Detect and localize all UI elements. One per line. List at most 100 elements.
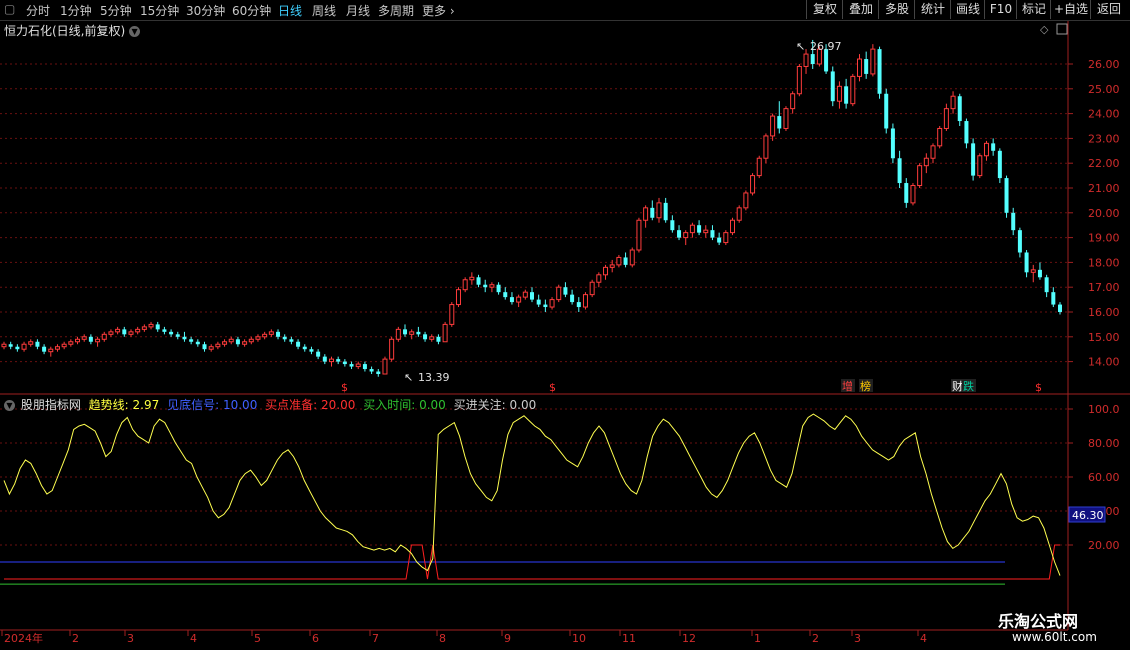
candle-body [623, 257, 628, 265]
time-tick-label: 2024年 [4, 631, 43, 645]
candle-body [54, 346, 60, 350]
candle-body [302, 346, 307, 350]
stock-chart[interactable]: 26.0025.0024.0023.0022.0021.0020.0019.00… [0, 0, 1130, 650]
candle-body [971, 143, 976, 176]
candle-body [890, 128, 895, 159]
candle-body [991, 143, 996, 151]
candle-body [549, 299, 555, 308]
bottom-signal-label: 见底信号: [167, 398, 220, 412]
time-tick-label: 11 [622, 632, 636, 645]
candle-body [101, 333, 107, 340]
candle-body [483, 284, 488, 288]
indicator-grid [0, 408, 1068, 546]
candle-body [389, 338, 395, 360]
candle-body [790, 93, 796, 110]
time-tick-label: 3 [127, 632, 134, 645]
candle-body [182, 336, 187, 340]
min-arrow-icon: ↖ [404, 371, 413, 384]
candle-body [663, 202, 668, 221]
candle-body [1, 343, 7, 348]
candle-body [442, 323, 448, 343]
current-value-label: 46.30 [1072, 509, 1104, 522]
time-tick-label: 1 [754, 632, 761, 645]
candle-body [910, 185, 916, 204]
time-axis: 2024年 2 3 4 5 6 7 8 9 10 11 12 1 2 3 4 [1, 630, 927, 645]
candle-body [609, 264, 615, 268]
stock-title: 恒力石化(日线,前复权) [4, 24, 126, 38]
price-axis: 26.00 25.00 24.00 23.00 22.00 21.00 20.00 19.00… [1068, 58, 1120, 369]
candle-body [88, 336, 93, 342]
candle-body [576, 302, 581, 308]
candle-body [1011, 212, 1016, 231]
candle-body [543, 304, 548, 308]
candle-body [282, 336, 287, 340]
candle-body [844, 86, 849, 104]
candle-body [395, 328, 401, 340]
candle-body [15, 346, 20, 350]
dividend-marker-icon[interactable]: $ [1035, 381, 1042, 394]
trend-line [3, 413, 1061, 576]
candle-body [328, 358, 334, 363]
candle-body [730, 219, 736, 234]
candle-body [255, 336, 261, 340]
candle-body [516, 296, 522, 303]
candle-body [750, 175, 756, 194]
candle-body [596, 274, 602, 283]
diamond-icon[interactable]: ◇ [1040, 23, 1049, 36]
candle-body [796, 65, 802, 95]
candle-body [169, 331, 174, 335]
chevron-down-icon[interactable]: ▼ [129, 26, 141, 37]
dividend-marker-icon[interactable]: $ [341, 381, 348, 394]
price-tick-label: 14.00 [1088, 356, 1120, 369]
candle-body [135, 328, 141, 333]
candle-body [122, 329, 127, 335]
dividend-marker-icon[interactable]: $ [549, 381, 556, 394]
max-arrow-icon: ↖ [796, 40, 805, 53]
candle-body [530, 292, 534, 300]
candle-body [369, 369, 374, 372]
candle-body [349, 364, 354, 367]
candle-body [362, 364, 367, 370]
event-marker[interactable]: 榜 [860, 379, 871, 393]
candle-body [268, 331, 274, 335]
candle-body [810, 54, 815, 64]
chevron-down-icon[interactable]: ▼ [4, 400, 15, 411]
time-tick-label: 7 [372, 632, 379, 645]
candle-body [423, 334, 428, 340]
buy-attention-label: 买进关注: [453, 398, 506, 412]
candle-body [770, 115, 776, 137]
event-marker[interactable]: 财 [952, 379, 963, 393]
indicator-name[interactable]: 股朋指标网 [21, 398, 81, 412]
event-marker[interactable]: 跌 [963, 379, 974, 393]
buy-time-label: 买入时间: [363, 398, 416, 412]
candle-body [957, 96, 962, 122]
candle-body [689, 224, 695, 234]
candle-body [556, 286, 562, 301]
candle-body [175, 334, 180, 337]
candle-body [355, 363, 361, 368]
candle-body [1044, 277, 1049, 293]
candle-body [950, 95, 956, 110]
indicator-axis: 100.080.0060.0040.0020.00 [1068, 403, 1120, 552]
candle-body [803, 53, 809, 67]
candle-body [522, 291, 528, 298]
candle-body [28, 341, 34, 345]
indicator-tick-label: 80.00 [1088, 437, 1120, 450]
trend-label: 趋势线: [88, 398, 129, 412]
candle-body [756, 157, 762, 177]
watermark-logo: 乐淘公式网 [998, 612, 1079, 631]
candle-body [856, 58, 862, 77]
candle-body [48, 348, 54, 353]
candle-body [449, 304, 455, 325]
candle-body [228, 338, 234, 343]
candle-body [476, 277, 481, 285]
time-tick-label: 6 [312, 632, 319, 645]
candle-body [21, 343, 27, 350]
candle-body [656, 202, 662, 219]
event-marker[interactable]: 增 [842, 379, 853, 393]
panel-maximize-icon[interactable] [1056, 23, 1068, 35]
candle-body [409, 331, 415, 335]
price-tick-label: 17.00 [1088, 281, 1120, 294]
candle-body [128, 331, 134, 335]
candle-body [75, 338, 81, 343]
